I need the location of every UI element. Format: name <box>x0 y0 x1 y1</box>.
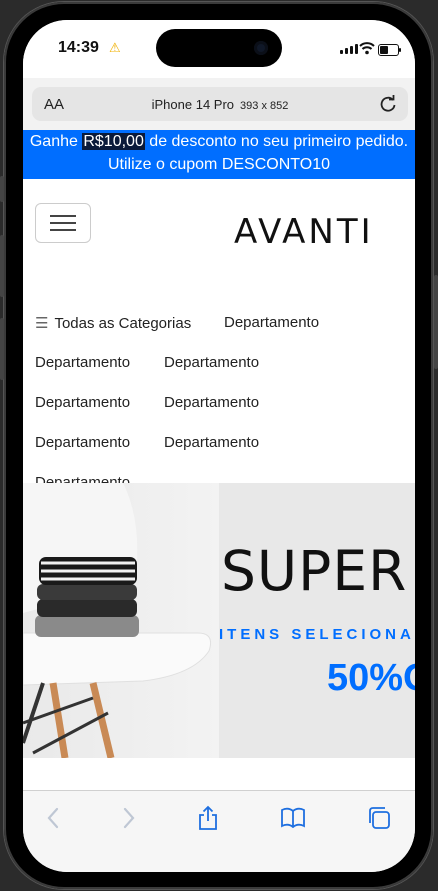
department-link[interactable]: Departamento <box>35 394 130 411</box>
all-categories-label: Todas as Categorias <box>54 315 192 332</box>
department-link[interactable]: Departamento <box>224 314 319 331</box>
banner-discount: 50%O <box>327 657 415 699</box>
volume-up-button <box>0 235 4 297</box>
wifi-icon <box>359 42 375 55</box>
promo-suffix: de desconto no seu primeiro pedido. <box>144 133 409 150</box>
camera-icon <box>254 41 268 55</box>
volume-down-button <box>0 318 4 380</box>
back-icon[interactable] <box>41 805 67 831</box>
department-link[interactable]: Departamento <box>35 354 130 371</box>
address-bar[interactable]: AA iPhone 14 Pro 393 x 852 <box>32 87 408 121</box>
hero-banner[interactable]: SUPER ITENS SELECIONA 50%O <box>23 483 415 758</box>
status-bar: 14:39 ⚠ <box>23 20 415 78</box>
reload-icon[interactable] <box>378 94 398 114</box>
department-link[interactable]: Departamento <box>164 394 259 411</box>
banner-image <box>23 483 219 758</box>
chair-clothes-illustration <box>23 483 212 758</box>
list-icon: ☰ <box>35 315 49 332</box>
site-header: AVANTI ☰ Todas as Categorias Departamento… <box>23 179 415 491</box>
phone-screen: 14:39 ⚠ AA iPhone 14 Pro 393 x 852 Ganhe … <box>23 20 415 872</box>
all-categories-link[interactable]: ☰ Todas as Categorias <box>35 314 191 332</box>
signal-icon <box>340 44 358 54</box>
hamburger-menu-button[interactable] <box>35 203 91 243</box>
warning-icon: ⚠ <box>109 40 121 55</box>
department-link[interactable]: Departamento <box>35 434 130 451</box>
address-text[interactable]: iPhone 14 Pro 393 x 852 <box>32 97 408 112</box>
department-link[interactable]: Departamento <box>164 354 259 371</box>
bookmarks-icon[interactable] <box>280 805 306 831</box>
promo-line-1: Ganhe R$10,00 de desconto no seu primeir… <box>23 130 415 153</box>
mute-switch <box>0 176 4 202</box>
avanti-logo[interactable]: AVANTI <box>234 213 389 247</box>
safari-toolbar <box>23 790 415 872</box>
page-content-area <box>23 758 415 790</box>
department-link[interactable]: Departamento <box>164 434 259 451</box>
battery-icon <box>378 44 401 56</box>
share-icon[interactable] <box>195 805 221 831</box>
banner-subtitle: ITENS SELECIONA <box>219 626 415 643</box>
promo-prefix: Ganhe <box>29 133 83 150</box>
device-name: iPhone 14 Pro <box>151 97 235 112</box>
status-time: 14:39 <box>58 39 99 56</box>
power-button <box>434 275 438 369</box>
forward-icon[interactable] <box>115 805 141 831</box>
dynamic-island <box>156 29 282 67</box>
device-dims: 393 x 852 <box>240 100 289 112</box>
banner-title: SUPER <box>221 539 408 603</box>
svg-text:AVANTI: AVANTI <box>234 213 374 247</box>
tabs-icon[interactable] <box>366 805 392 831</box>
promo-banner: Ganhe R$10,00 de desconto no seu primeir… <box>23 130 415 179</box>
promo-highlight: R$10,00 <box>82 133 145 150</box>
promo-line-2: Utilize o cupom DESCONTO10 <box>108 156 330 173</box>
